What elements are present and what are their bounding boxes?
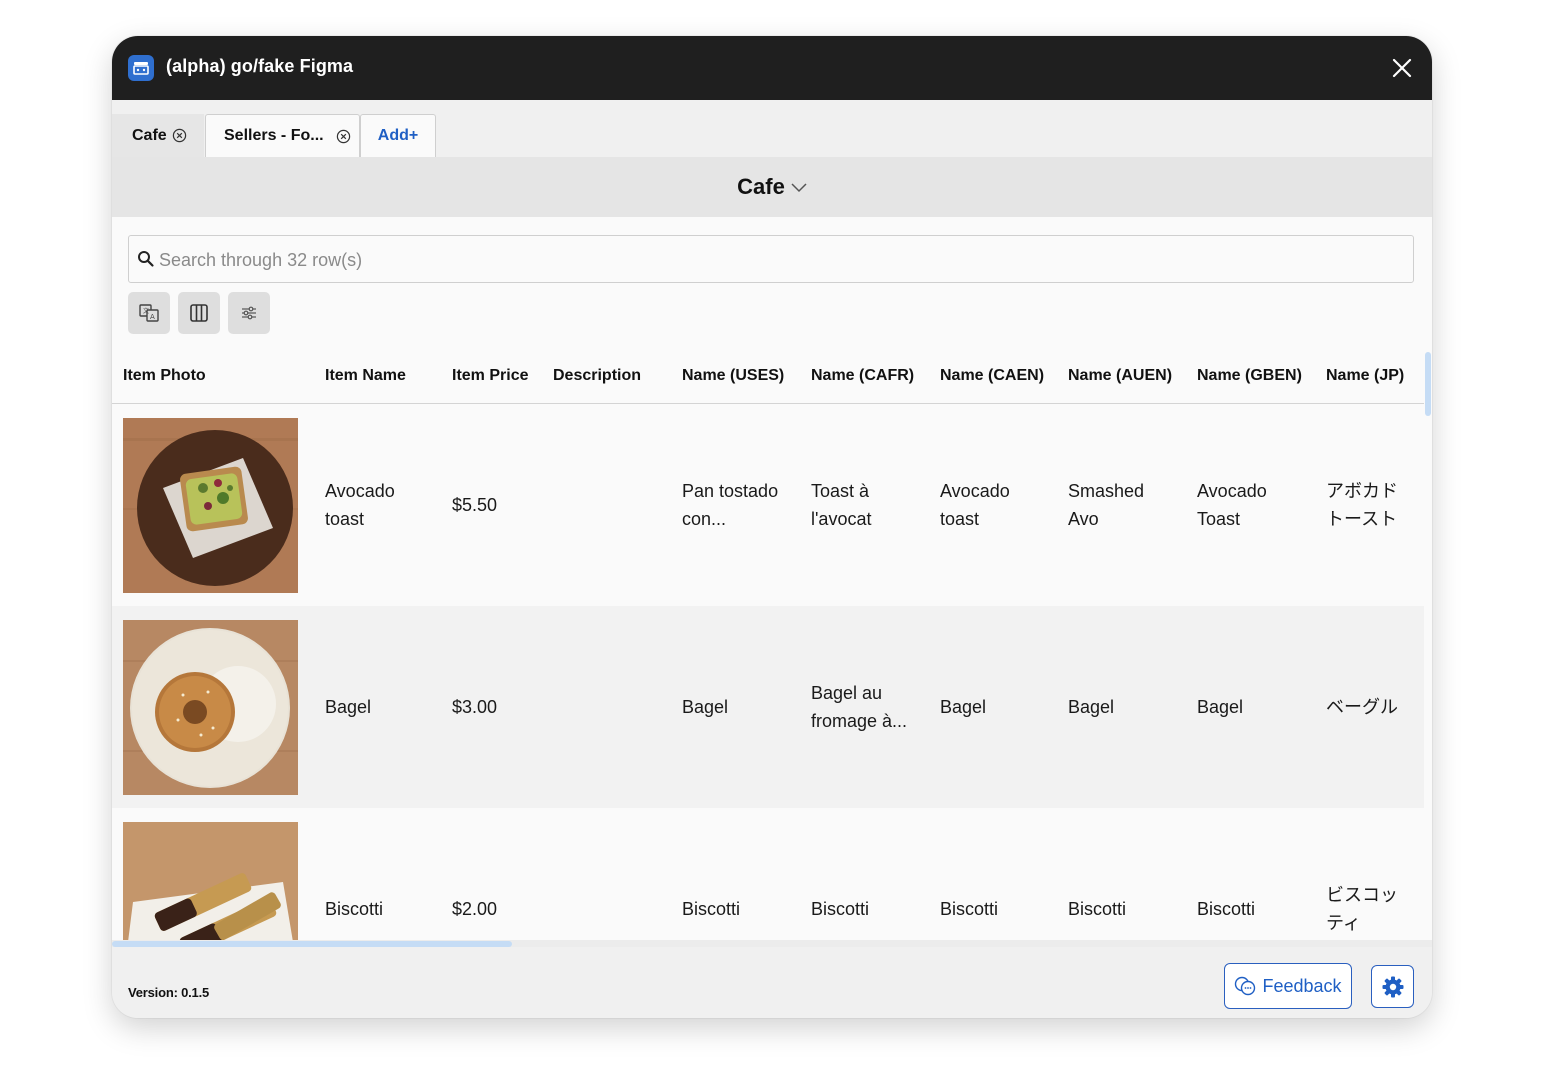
column-header[interactable]: Name (CAFR) [811,367,914,385]
column-header[interactable]: Name (CAEN) [940,367,1044,385]
search-box[interactable] [128,235,1414,284]
name-auen: Smashed Avo [1068,481,1145,529]
item-price: $3.00 [452,697,498,717]
name-gben: Avocado Toast [1197,481,1267,529]
item-price: $2.00 [452,899,498,919]
svg-text:A: A [150,313,155,321]
item-photo [123,418,298,593]
name-gben: Biscotti [1197,899,1256,919]
tab-bar: Cafe Sellers - Fo... Add+ [112,100,1432,157]
column-header[interactable]: Item Name [325,367,406,385]
close-icon [1392,58,1412,78]
name-jp: アボカドトースト [1326,481,1398,529]
name-cafr: Bagel au fromage à... [811,683,908,731]
column-header[interactable]: Description [553,367,641,385]
name-jp: ベーグル [1326,697,1398,717]
name-auen: Bagel [1068,697,1115,717]
item-name: Avocado toast [325,481,395,529]
translate-icon: 文 A [139,304,159,322]
feedback-icon [1235,976,1256,996]
name-caen: Biscotti [940,899,999,919]
name-cafr: Toast à l'avocat [811,481,872,529]
close-button[interactable] [1388,54,1416,82]
search-input[interactable] [157,236,1401,284]
column-header[interactable]: Item Price [452,367,528,385]
window-title: (alpha) go/fake Figma [166,56,354,76]
name-uses: Biscotti [682,899,741,919]
name-uses: Pan tostado con... [682,481,779,529]
columns-button[interactable] [178,292,220,334]
search-icon [138,251,154,267]
table-body: Avocado toast $5.50 Pan tostado con... T… [112,404,1424,940]
filter-button[interactable] [228,292,270,334]
columns-icon [190,304,208,322]
name-caen: Avocado toast [940,481,1010,529]
close-tab-icon[interactable] [336,129,351,144]
tab-cafe[interactable]: Cafe [112,114,204,157]
vertical-scrollbar[interactable] [1425,352,1431,416]
name-uses: Bagel [682,697,729,717]
plugin-window: (alpha) go/fake Figma Cafe Sellers - Fo.… [112,36,1432,1018]
column-header[interactable]: Name (AUEN) [1068,367,1172,385]
version-label: Version: 0.1.5 [128,985,210,1000]
sheet-title: Cafe [737,174,785,199]
sheet-selector[interactable]: Cafe [112,157,1432,217]
main-content: 文 A Item Photo Item Name It [112,217,1432,948]
column-header[interactable]: Name (GBEN) [1197,367,1302,385]
table-header: Item Photo Item Name Item Price Descript… [112,347,1424,404]
svg-text:文: 文 [143,307,149,315]
tab-label: Sellers - Fo... [224,127,324,144]
app-icon [128,55,154,81]
feedback-label: Feedback [1262,975,1342,996]
add-tab-button[interactable]: Add+ [360,114,436,157]
item-name: Biscotti [325,899,384,919]
item-photo [123,620,298,795]
item-name: Bagel [325,697,372,717]
table-row[interactable]: Avocado toast $5.50 Pan tostado con... T… [112,404,1424,606]
name-jp: ビスコッティ [1326,885,1398,933]
gear-icon [1382,976,1403,997]
item-price: $5.50 [452,495,498,515]
column-header[interactable]: Name (USES) [682,367,784,385]
footer: Version: 0.1.5 Feedback [112,947,1432,1018]
translate-button[interactable]: 文 A [128,292,170,334]
name-cafr: Biscotti [811,899,870,919]
table-row[interactable]: Biscotti $2.00 Biscotti Biscotti Biscott… [112,808,1424,940]
sliders-icon [242,306,256,320]
chevron-down-icon [791,183,807,193]
name-gben: Bagel [1197,697,1244,717]
table-row[interactable]: Bagel $3.00 Bagel Bagel au fromage à... … [112,606,1424,808]
tab-label: Cafe [132,126,167,144]
column-header[interactable]: Name (JP) [1326,367,1404,385]
feedback-button[interactable]: Feedback [1224,963,1352,1009]
tab-sellers[interactable]: Sellers - Fo... [205,114,360,157]
title-bar: (alpha) go/fake Figma [112,36,1432,100]
item-photo [123,822,298,940]
name-auen: Biscotti [1068,899,1127,919]
close-tab-icon[interactable] [172,128,187,143]
name-caen: Bagel [940,697,987,717]
column-header[interactable]: Item Photo [123,367,206,385]
settings-button[interactable] [1371,965,1414,1008]
